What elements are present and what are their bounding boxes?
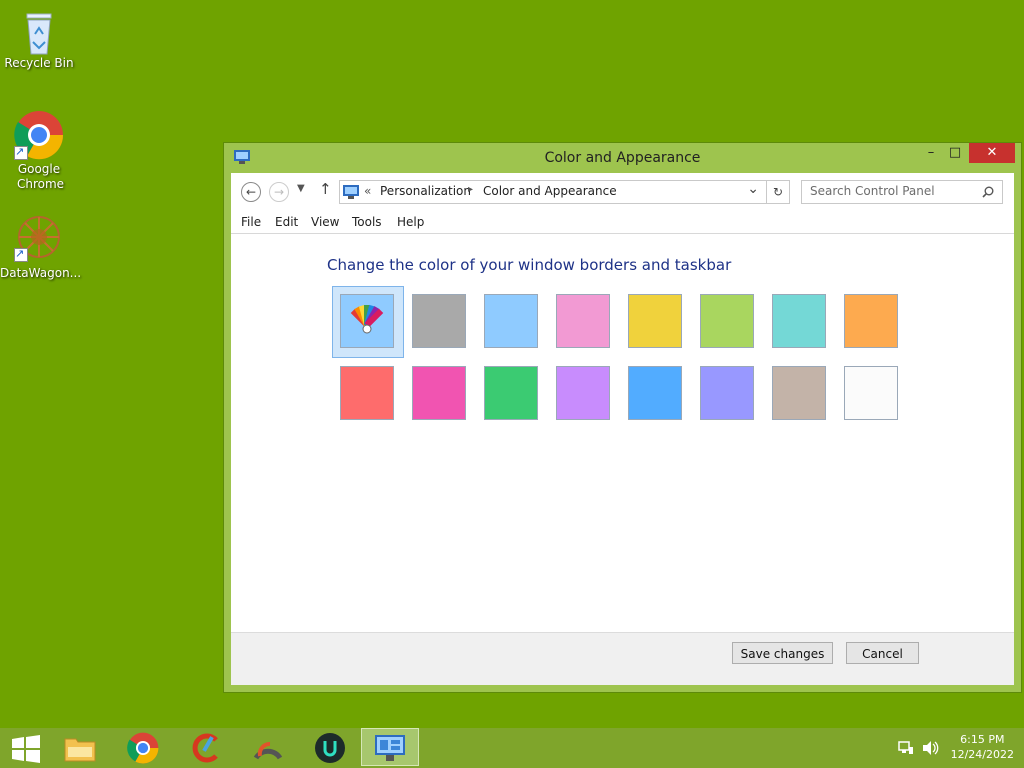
- custom-color-swatch[interactable]: [340, 294, 394, 348]
- search-icon[interactable]: [982, 186, 994, 198]
- taskbar-file-explorer[interactable]: [52, 728, 108, 768]
- menu-tools[interactable]: Tools: [352, 215, 382, 229]
- close-button[interactable]: ✕: [969, 143, 1015, 163]
- u-app-icon: [315, 733, 345, 763]
- save-changes-button[interactable]: Save changes: [732, 642, 833, 664]
- recycle-bin-icon: [26, 13, 52, 55]
- address-dropdown-icon[interactable]: ⌄: [747, 181, 759, 197]
- color-swatch[interactable]: [556, 366, 610, 420]
- title-bar[interactable]: Color and Appearance – □ ✕: [224, 143, 1021, 173]
- recent-pages-dropdown-icon[interactable]: ▼: [297, 183, 305, 194]
- color-swatch[interactable]: [412, 366, 466, 420]
- volume-icon[interactable]: [922, 740, 940, 756]
- windows-logo-icon: [12, 735, 40, 763]
- folder-icon: [64, 738, 96, 762]
- color-swatch[interactable]: [484, 366, 538, 420]
- color-appearance-window: Color and Appearance – □ ✕ ← → ▼ ↑ « Per…: [223, 142, 1022, 693]
- chrome-icon: [127, 732, 159, 764]
- color-swatch[interactable]: [772, 366, 826, 420]
- color-swatch[interactable]: [412, 294, 466, 348]
- overflow-breadcrumb-icon[interactable]: «: [364, 184, 371, 198]
- color-swatch[interactable]: [484, 294, 538, 348]
- start-button[interactable]: [0, 728, 56, 768]
- cancel-button[interactable]: Cancel: [846, 642, 919, 664]
- taskbar: 6:15 PM 12/24/2022: [0, 728, 1024, 768]
- desktop-icon-label: DataWagon...: [0, 266, 82, 280]
- color-swatch[interactable]: [556, 294, 610, 348]
- clock[interactable]: 6:15 PM 12/24/2022: [951, 732, 1014, 762]
- color-swatch[interactable]: [700, 294, 754, 348]
- up-button[interactable]: ↑: [319, 180, 332, 198]
- window-client-area: ← → ▼ ↑ « Personalization ▸ Color and Ap…: [231, 173, 1014, 685]
- color-swatch[interactable]: [340, 366, 394, 420]
- back-button[interactable]: ←: [241, 182, 261, 202]
- menu-file[interactable]: File: [241, 215, 261, 229]
- shortcut-arrow-icon: [14, 246, 28, 262]
- color-swatch[interactable]: [844, 294, 898, 348]
- color-swatch[interactable]: [628, 294, 682, 348]
- shortcut-arrow-icon: [14, 144, 28, 160]
- desktop-icon-recycle-bin[interactable]: Recycle Bin: [0, 8, 78, 71]
- arc-app-icon: [253, 742, 283, 760]
- forward-button[interactable]: →: [269, 182, 289, 202]
- color-swatch[interactable]: [700, 366, 754, 420]
- ccleaner-icon: [192, 733, 218, 763]
- desktop-icon-datawagon[interactable]: DataWagon...: [0, 214, 82, 281]
- maximize-button[interactable]: □: [945, 143, 965, 163]
- taskbar-app-arc[interactable]: [240, 728, 296, 768]
- menu-bar: File Edit View Tools Help: [231, 211, 1014, 233]
- taskbar-chrome[interactable]: [115, 728, 171, 768]
- search-input[interactable]: Search Control Panel: [810, 184, 935, 198]
- window-title: Color and Appearance: [544, 150, 701, 166]
- minimize-button[interactable]: –: [921, 143, 941, 163]
- address-bar[interactable]: « Personalization ▸ Color and Appearance…: [339, 180, 790, 204]
- taskbar-app-u[interactable]: [302, 728, 358, 768]
- desktop-icon-label: Recycle Bin: [4, 56, 74, 70]
- taskbar-control-panel[interactable]: [361, 728, 419, 766]
- search-field[interactable]: Search Control Panel: [801, 180, 1003, 204]
- taskbar-ccleaner[interactable]: [178, 728, 234, 768]
- navigation-bar: ← → ▼ ↑ « Personalization ▸ Color and Ap…: [231, 173, 1014, 211]
- desktop-icon-label: Google Chrome: [17, 162, 65, 191]
- color-swatch[interactable]: [628, 366, 682, 420]
- clock-time: 6:15 PM: [960, 733, 1005, 746]
- breadcrumb-personalization[interactable]: Personalization: [380, 184, 471, 198]
- page-heading: Change the color of your window borders …: [327, 256, 732, 274]
- color-swatch[interactable]: [844, 366, 898, 420]
- breadcrumb-color-appearance[interactable]: Color and Appearance: [483, 184, 617, 198]
- clock-date: 12/24/2022: [950, 748, 1014, 761]
- control-panel-icon: [375, 735, 405, 761]
- color-swatch[interactable]: [772, 294, 826, 348]
- breadcrumb-separator-icon[interactable]: ▸: [468, 184, 473, 195]
- menu-help[interactable]: Help: [397, 215, 424, 229]
- refresh-button[interactable]: ↻: [766, 181, 789, 203]
- control-panel-icon: [343, 185, 359, 199]
- desktop-icon-google-chrome[interactable]: Google Chrome: [0, 110, 78, 192]
- footer-bar: Save changes Cancel: [231, 632, 1014, 685]
- color-palette-icon: [350, 304, 384, 334]
- menu-edit[interactable]: Edit: [275, 215, 298, 229]
- menu-view[interactable]: View: [311, 215, 339, 229]
- network-icon[interactable]: [898, 740, 914, 756]
- content-pane: Change the color of your window borders …: [231, 233, 1014, 633]
